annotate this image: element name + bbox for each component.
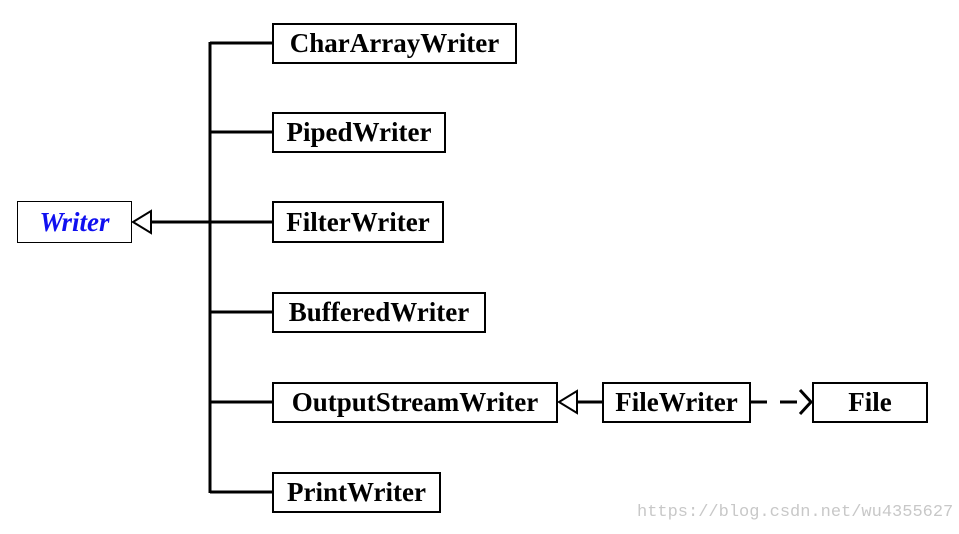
dependency-arrowhead: [798, 388, 814, 416]
writer-class-box: Writer: [17, 201, 132, 243]
outputstreamwriter-class-box: OutputStreamWriter: [272, 382, 558, 423]
bufferedwriter-class-box: BufferedWriter: [272, 292, 486, 333]
printwriter-class-box: PrintWriter: [272, 472, 441, 513]
pipedwriter-class-box: PipedWriter: [272, 112, 446, 153]
watermark: https://blog.csdn.net/wu4355627: [637, 503, 954, 522]
inheritance-arrow-writer: [131, 209, 152, 235]
chararraywriter-class-box: CharArrayWriter: [272, 23, 517, 64]
inheritance-arrow-outputstreamwriter: [557, 389, 578, 415]
filewriter-class-box: FileWriter: [602, 382, 751, 423]
connector-lines: [131, 41, 814, 494]
file-class-box: File: [812, 382, 928, 423]
filterwriter-class-box: FilterWriter: [272, 201, 444, 243]
